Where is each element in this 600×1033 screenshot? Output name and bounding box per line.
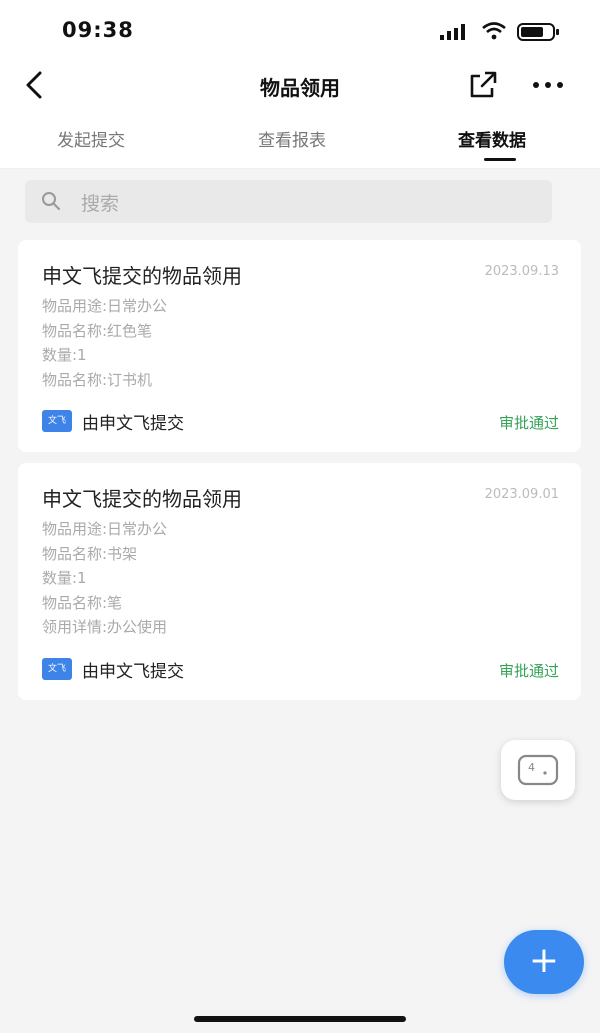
record-field: 物品用途:日常办公 (42, 520, 168, 538)
status-bar: 09:38 (0, 0, 600, 62)
nav-bar: 物品领用 (0, 62, 600, 108)
home-indicator (194, 1016, 406, 1022)
status-badge: 审批通过 (498, 662, 559, 680)
record-field: 物品名称:订书机 (42, 370, 153, 389)
avatar: 文飞 (42, 410, 72, 432)
status-time: 09:38 (62, 18, 134, 42)
status-badge: 审批通过 (498, 414, 559, 432)
record-field: 物品名称:红色笔 (42, 321, 153, 340)
record-card[interactable]: 申文飞提交的物品领用 2023.09.01 物品用途:日常办公 物品名称:书架 … (18, 463, 581, 700)
wifi-icon (482, 22, 506, 40)
record-title: 申文飞提交的物品领用 (42, 487, 242, 511)
record-field: 数量:1 (42, 569, 87, 587)
tab-report[interactable]: 查看报表 (258, 126, 326, 151)
svg-text:4: 4 (528, 761, 535, 774)
search-input[interactable]: 搜索 (25, 180, 552, 223)
avatar: 文飞 (42, 658, 72, 680)
record-field: 数量:1 (42, 346, 87, 364)
record-field: 物品用途:日常办公 (42, 297, 168, 315)
record-field: 物品名称:书架 (42, 544, 138, 563)
record-footer: 文飞 由申文飞提交 审批通过 (42, 656, 559, 682)
search-placeholder: 搜索 (81, 193, 120, 215)
active-tab-indicator (484, 158, 516, 161)
submitter-label: 由申文飞提交 (82, 414, 184, 434)
add-button[interactable]: + (504, 930, 584, 994)
cellular-signal-icon (440, 24, 465, 40)
submitter-label: 由申文飞提交 (82, 662, 184, 682)
plus-icon: + (528, 940, 560, 981)
record-fields: 物品用途:日常办公 物品名称:书架 数量:1 物品名称:笔 领用详情:办公使用 (42, 517, 167, 640)
record-date: 2023.09.01 (484, 487, 559, 502)
record-fields: 物品用途:日常办公 物品名称:红色笔 数量:1 物品名称:订书机 (42, 294, 167, 392)
record-card[interactable]: 申文飞提交的物品领用 2023.09.13 物品用途:日常办公 物品名称:红色笔… (18, 240, 581, 452)
record-footer: 文飞 由申文飞提交 审批通过 (42, 408, 559, 434)
battery-icon (517, 23, 559, 41)
page-title: 物品领用 (260, 76, 340, 100)
more-icon[interactable] (528, 70, 568, 100)
record-title: 申文飞提交的物品领用 (42, 264, 242, 288)
record-date: 2023.09.13 (484, 264, 559, 279)
tab-data[interactable]: 查看数据 (458, 126, 526, 151)
tab-bar: 发起提交 查看报表 查看数据 (0, 118, 600, 169)
share-icon[interactable] (466, 68, 500, 102)
search-icon (42, 192, 60, 210)
assistant-icon: 4 (517, 754, 559, 786)
tab-submit[interactable]: 发起提交 (57, 126, 125, 151)
floating-assistant-button[interactable]: 4 (501, 740, 575, 800)
record-field: 领用详情:办公使用 (42, 618, 168, 636)
record-field: 物品名称:笔 (42, 593, 123, 612)
